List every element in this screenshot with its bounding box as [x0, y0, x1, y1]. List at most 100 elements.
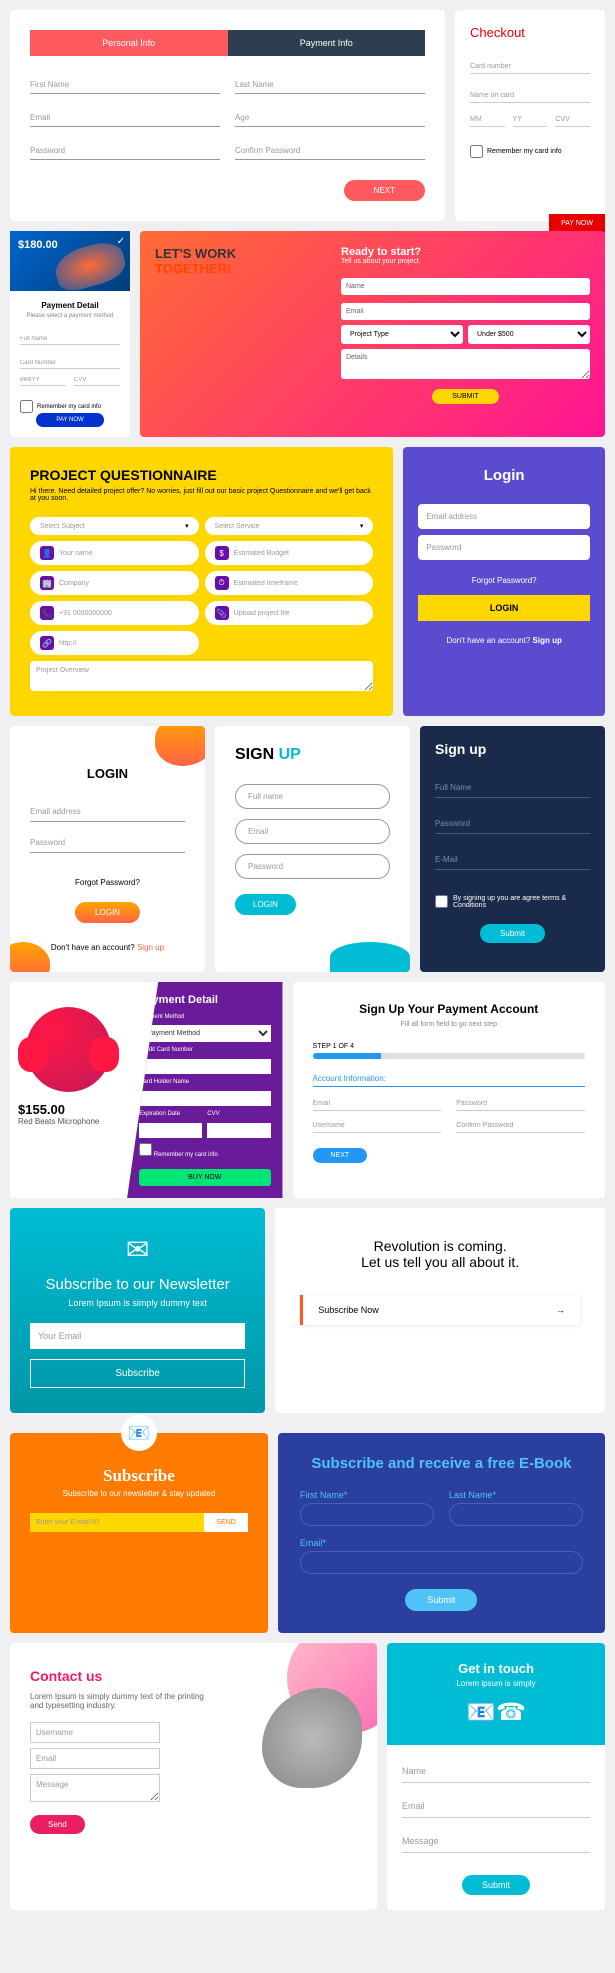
email-input[interactable] [30, 1513, 204, 1532]
budget-icon: $ [215, 546, 229, 560]
lastname-label: Last Name* [449, 1490, 583, 1500]
forgot-link[interactable]: Forgot Password? [418, 576, 590, 585]
url-input[interactable] [59, 640, 189, 647]
login-button[interactable]: LOGIN [235, 894, 296, 915]
username-input[interactable] [313, 1119, 442, 1133]
lastname-input[interactable] [449, 1503, 583, 1526]
mm-input[interactable] [470, 113, 505, 127]
headphones-card: $155.00 Red Beats Microphone Payment Det… [10, 982, 283, 1198]
name-input[interactable] [341, 278, 590, 295]
submit-button[interactable]: Submit [462, 1875, 530, 1895]
cvv-input[interactable] [74, 375, 120, 386]
phone-icon: 📞 [40, 606, 54, 620]
email-input[interactable] [402, 1795, 590, 1818]
name-on-card-input[interactable] [470, 89, 590, 103]
last-name-input[interactable] [235, 76, 425, 94]
ebook-title: Subscribe and receive a free E-Book [300, 1455, 583, 1472]
card-number-input[interactable] [20, 358, 120, 369]
card-input[interactable] [139, 1059, 270, 1074]
cvv-input[interactable] [207, 1123, 270, 1138]
email-input[interactable] [30, 1323, 245, 1349]
budget-input[interactable] [234, 550, 364, 557]
signup-link[interactable]: Sign up [137, 943, 164, 952]
firstname-label: First Name* [300, 1490, 434, 1500]
password-input[interactable] [30, 142, 220, 160]
name-input[interactable] [402, 1760, 590, 1783]
login-button[interactable]: LOGIN [418, 595, 590, 621]
pay-now-button[interactable]: PAY NOW [36, 413, 103, 427]
password-input[interactable] [456, 1097, 585, 1111]
signup-prompt: Don't have an account? Sign up [30, 943, 185, 952]
password-input[interactable] [30, 833, 185, 853]
subscribe-button[interactable]: Subscribe Now → [300, 1295, 580, 1325]
project-type-select[interactable]: Project Type [341, 325, 463, 344]
budget-select[interactable]: Under $500 [468, 325, 590, 344]
card-number-input[interactable] [470, 60, 590, 74]
remember-checkbox[interactable]: Remember my card info [139, 1152, 218, 1158]
file-input[interactable] [234, 610, 364, 617]
terms-checkbox[interactable]: By signing up you are agree terms & Cond… [435, 895, 590, 909]
submit-button[interactable]: Submit [405, 1589, 477, 1611]
signup-title: Sign Up Your Payment Account [313, 1002, 586, 1016]
holder-input[interactable] [139, 1091, 270, 1106]
email-input[interactable] [418, 504, 590, 529]
touch-subtitle: Lorem ipsum is simply [405, 1679, 587, 1688]
confirm-password-input[interactable] [235, 142, 425, 160]
email-input[interactable] [435, 850, 590, 870]
subject-select[interactable] [40, 523, 180, 530]
revolution-subtitle: Let us tell you all about it. [300, 1254, 580, 1270]
firstname-input[interactable] [300, 1503, 434, 1526]
tab-personal[interactable]: Personal Info [30, 30, 228, 56]
email-input[interactable] [30, 109, 220, 127]
buy-button[interactable]: BUY NOW [139, 1169, 270, 1186]
password-input[interactable] [418, 535, 590, 560]
ready-subtitle: Tell us about your project. [341, 258, 590, 265]
phone-icon: 📧☎ [405, 1698, 587, 1727]
fullname-input[interactable] [435, 778, 590, 798]
expiry-input[interactable] [139, 1123, 202, 1138]
login-title: Login [418, 467, 590, 484]
send-button[interactable]: Send [30, 1815, 85, 1834]
age-input[interactable] [235, 109, 425, 127]
email-input[interactable] [300, 1551, 583, 1574]
fullname-input[interactable] [235, 784, 390, 809]
tab-payment[interactable]: Payment Info [228, 30, 426, 56]
message-input[interactable] [402, 1830, 590, 1853]
username-input[interactable] [30, 1722, 160, 1743]
phone-input[interactable] [59, 610, 189, 617]
submit-button[interactable]: Submit [480, 924, 545, 943]
yy-input[interactable] [513, 113, 548, 127]
email-input[interactable] [313, 1097, 442, 1111]
next-button[interactable]: NEXT [344, 180, 425, 201]
password-input[interactable] [235, 854, 390, 879]
confirm-input[interactable] [456, 1119, 585, 1133]
overview-input[interactable] [30, 661, 373, 691]
expiry-input[interactable] [20, 375, 66, 386]
password-input[interactable] [435, 814, 590, 834]
signup-link[interactable]: Sign up [533, 636, 562, 645]
first-name-input[interactable] [30, 76, 220, 94]
full-name-input[interactable] [20, 334, 120, 345]
timeframe-input[interactable] [234, 580, 364, 587]
name-input[interactable] [59, 550, 189, 557]
send-button[interactable]: SEND [204, 1513, 247, 1532]
product-name: Red Beats Microphone [18, 1117, 119, 1126]
email-input[interactable] [30, 802, 185, 822]
email-input[interactable] [235, 819, 390, 844]
message-input[interactable] [30, 1774, 160, 1802]
details-input[interactable] [341, 349, 590, 379]
next-button[interactable]: NEXT [313, 1148, 368, 1163]
remember-checkbox[interactable] [20, 400, 33, 413]
subscribe-button[interactable]: Subscribe [30, 1359, 245, 1388]
remember-checkbox[interactable]: Remember my card info [470, 145, 590, 158]
service-select[interactable] [215, 523, 355, 530]
email-input[interactable] [341, 303, 590, 320]
method-select[interactable]: Payment Method [139, 1025, 270, 1042]
forgot-link[interactable]: Forgot Password? [30, 878, 185, 887]
submit-button[interactable]: SUBMIT [432, 389, 498, 404]
login-button[interactable]: LOGIN [75, 902, 140, 923]
cvv-input[interactable] [555, 113, 590, 127]
email-input[interactable] [30, 1748, 160, 1769]
login-title: LOGIN [30, 766, 185, 781]
company-input[interactable] [59, 580, 189, 587]
